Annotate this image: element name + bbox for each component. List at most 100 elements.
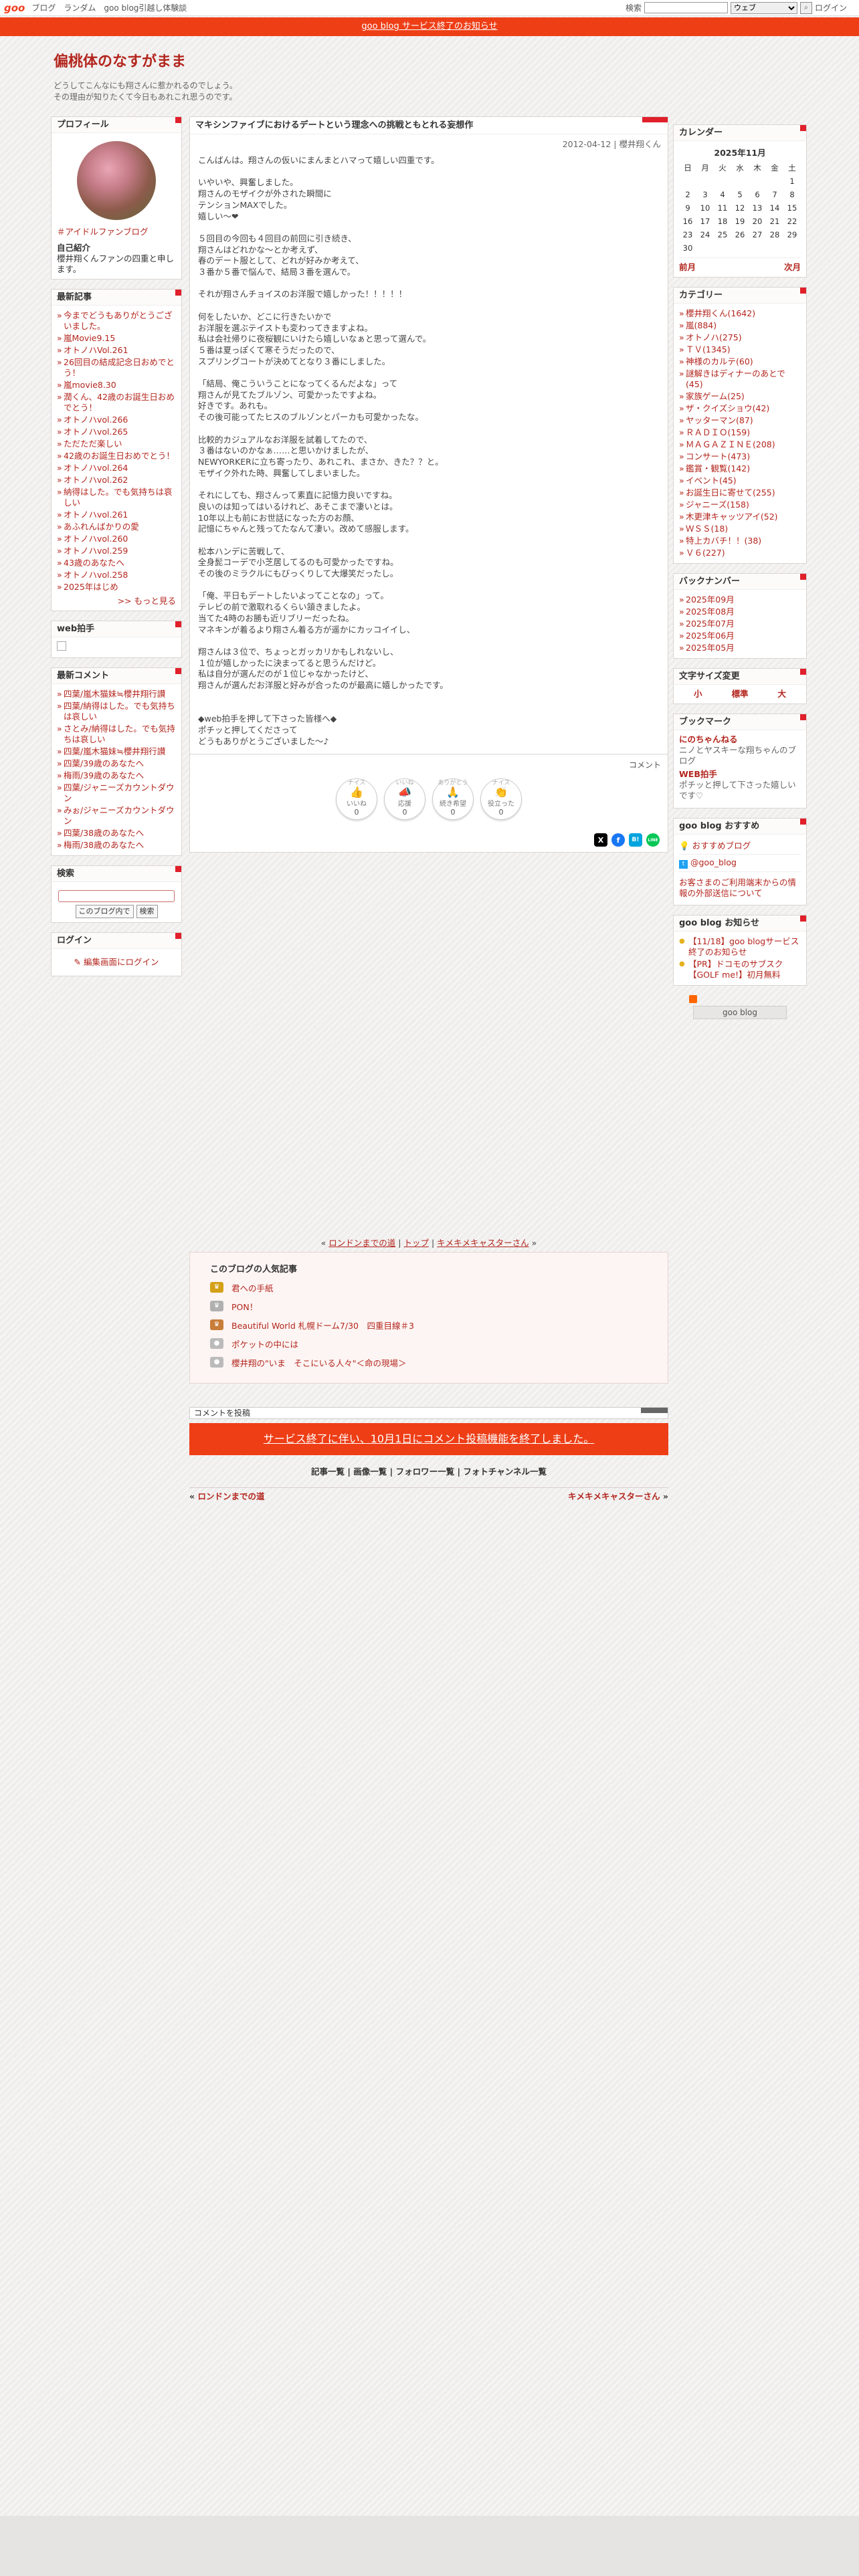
category-item[interactable]: ＲＡＤＩＯ(159) [679, 427, 801, 439]
comment-link[interactable]: コメント [190, 754, 668, 774]
article-list-link[interactable]: 記事一覧 [311, 1467, 345, 1477]
font-small-button[interactable]: 小 [694, 689, 702, 700]
category-item[interactable]: 謎解きはディナーのあとで(45) [679, 368, 801, 391]
comment-item[interactable]: 四葉/ジャニーズカウントダウン [57, 782, 176, 804]
reaction-button[interactable]: ナイス 👍 いいね 0 [336, 778, 377, 821]
image-list-link[interactable]: 画像一覧 [353, 1467, 387, 1477]
external-info-link[interactable]: お客さまのご利用端末からの情報の外部送信について [679, 877, 801, 899]
comment-item[interactable]: 梅雨/38歳のあなたへ [57, 839, 176, 851]
recent-post-item[interactable]: ただただ楽しい [57, 438, 176, 450]
category-item[interactable]: 櫻井翔くん(1642) [679, 308, 801, 320]
category-item[interactable]: 家族ゲーム(25) [679, 391, 801, 403]
popular-item[interactable]: ● ポケットの中には [210, 1336, 648, 1351]
nav-migration-link[interactable]: goo blog引越し体験談 [104, 2, 187, 13]
goo-logo[interactable]: goo [4, 2, 25, 14]
reaction-button[interactable]: ナイス 👏 役立った 0 [480, 778, 522, 821]
news-item[interactable]: 【11/18】goo blogサービス終了のお知らせ [679, 936, 801, 958]
article-title[interactable]: マキシンファイブにおけるデートという理念への挑戦ともとれる妄想作 [190, 117, 668, 134]
backnumber-item[interactable]: 2025年09月 [679, 594, 801, 606]
category-item[interactable]: コンサート(473) [679, 451, 801, 463]
service-end-link[interactable]: goo blog サービス終了のお知らせ [361, 21, 497, 31]
photo-channel-link[interactable]: フォトチャンネル一覧 [463, 1467, 547, 1477]
prev-month-link[interactable]: 前月 [679, 262, 696, 273]
recent-post-item[interactable]: 納得はした。でも気持ちは哀しい [57, 486, 176, 509]
backnumber-item[interactable]: 2025年07月 [679, 618, 801, 630]
backnumber-item[interactable]: 2025年06月 [679, 630, 801, 642]
popular-item[interactable]: ♛ 君への手紙 [210, 1280, 648, 1295]
category-item[interactable]: 特上カバチ！！(38) [679, 535, 801, 547]
recent-post-item[interactable]: 嵐movie8.30 [57, 379, 176, 391]
reaction-button[interactable]: ありがとう 🙏 続き希望 0 [432, 778, 474, 821]
reaction-button[interactable]: いいね 📣 応援 0 [384, 778, 425, 821]
backnumber-item[interactable]: 2025年08月 [679, 606, 801, 618]
recent-post-item[interactable]: あふれんばかりの愛 [57, 521, 176, 533]
top-link[interactable]: トップ [403, 1238, 429, 1248]
comment-item[interactable]: 四葉/39歳のあなたへ [57, 758, 176, 770]
next-month-link[interactable]: 次月 [784, 262, 801, 273]
popular-item[interactable]: ● 櫻井翔の"いま そこにいる人々"＜命の現場＞ [210, 1355, 648, 1370]
recent-post-item[interactable]: 42歳のお誕生日おめでとう！ [57, 450, 176, 462]
category-item[interactable]: ジャニーズ(158) [679, 499, 801, 511]
recommend-blog-link[interactable]: 💡 おすすめブログ [679, 841, 801, 851]
category-item[interactable]: Ｖ６(227) [679, 547, 801, 559]
news-item[interactable]: 【PR】ドコモのサブスク【GOLF me!】初月無料 [679, 958, 801, 981]
prev-article-link[interactable]: ロンドンまでの道 [328, 1238, 395, 1248]
recent-post-item[interactable]: オトノハvol.266 [57, 414, 176, 426]
login-link[interactable]: ログイン [815, 2, 847, 13]
popular-item[interactable]: ♛ PON！ [210, 1299, 648, 1313]
recent-post-item[interactable]: 2025年はじめ [57, 581, 176, 593]
comment-item[interactable]: 四葉/38歳のあなたへ [57, 827, 176, 839]
comment-item[interactable]: 四葉/納得はした。でも気持ちは哀しい [57, 700, 176, 723]
comment-item[interactable]: 梅雨/39歳のあなたへ [57, 770, 176, 782]
recent-post-item[interactable]: オトノハvol.262 [57, 474, 176, 486]
comment-item[interactable]: 四葉/嵐木猫妹≒櫻井翔行讃 [57, 688, 176, 700]
recent-post-item[interactable]: オトノハvol.260 [57, 533, 176, 545]
webclap-image-icon[interactable] [57, 641, 66, 651]
more-link[interactable]: >> もっと見る [57, 596, 176, 607]
comment-item[interactable]: 四葉/嵐木猫妹≒櫻井翔行讃 [57, 746, 176, 758]
category-item[interactable]: お誕生日に寄せて(255) [679, 487, 801, 499]
backnumber-item[interactable]: 2025年05月 [679, 642, 801, 654]
comment-item[interactable]: みぉ/ジャニーズカウントダウン [57, 804, 176, 827]
x-share-icon[interactable]: X [594, 833, 607, 847]
follower-list-link[interactable]: フォロワー一覧 [396, 1467, 455, 1477]
popular-item[interactable]: ♛ Beautiful World 札幌ドーム7/30 四重目線＃3 [210, 1317, 648, 1332]
nav-blog-link[interactable]: ブログ [31, 2, 56, 13]
blog-search-button[interactable]: 検索 [136, 905, 158, 918]
category-item[interactable]: 神様のカルテ(60) [679, 356, 801, 368]
recent-post-item[interactable]: オトノハvol.261 [57, 509, 176, 521]
recent-post-item[interactable]: オトノハvol.264 [57, 462, 176, 474]
bottom-next-link[interactable]: キメキメキャスターさん [568, 1491, 660, 1501]
category-item[interactable]: 木更津キャッツアイ(52) [679, 511, 801, 523]
blog-title[interactable]: 偏桃体のなすがまま [54, 49, 455, 71]
blog-search-scope[interactable]: このブログ内で [75, 905, 134, 918]
category-item[interactable]: ＭＡＧＡＺＩＮＥ(208) [679, 439, 801, 451]
category-item[interactable]: ザ・クイズショウ(42) [679, 403, 801, 415]
profile-fanblog-link[interactable]: ＃アイドルファンブログ [57, 227, 149, 237]
search-input[interactable] [644, 2, 728, 13]
category-item[interactable]: イベント(45) [679, 475, 801, 487]
rss-icon[interactable] [689, 995, 697, 1003]
category-item[interactable]: ＴＶ(1345) [679, 344, 801, 356]
recent-post-item[interactable]: オトノハvol.265 [57, 426, 176, 438]
nav-random-link[interactable]: ランダム [64, 2, 96, 13]
bottom-prev-link[interactable]: ロンドンまでの道 [197, 1491, 264, 1501]
category-item[interactable]: 嵐(884) [679, 320, 801, 332]
recent-post-item[interactable]: 今までどうもありがとうございました。 [57, 310, 176, 332]
font-medium-button[interactable]: 標準 [731, 689, 748, 700]
recent-post-item[interactable]: オトノハvol.258 [57, 569, 176, 581]
next-article-link[interactable]: キメキメキャスターさん [437, 1238, 529, 1248]
recent-post-item[interactable]: 潤くん、42歳のお誕生日おめでとう！ [57, 391, 176, 414]
bookmark-title[interactable]: にのちゃんねる [679, 734, 801, 745]
recent-post-item[interactable]: 嵐Movie9.15 [57, 332, 176, 344]
comment-item[interactable]: さとみ/納得はした。でも気持ちは哀しい [57, 723, 176, 746]
category-item[interactable]: ＷＳＳ(18) [679, 523, 801, 535]
font-large-button[interactable]: 大 [777, 689, 786, 700]
search-button[interactable]: ⌕ [799, 1, 812, 14]
blog-search-input[interactable] [58, 890, 175, 902]
article-meta[interactable]: 2012-04-12 | 櫻井翔くん [190, 134, 668, 152]
goo-blog-badge[interactable]: goo blog [693, 1006, 787, 1019]
comment-end-link[interactable]: サービス終了に伴い、10月1日にコメント投稿機能を終了しました。 [264, 1432, 595, 1445]
line-share-icon[interactable]: LINE [646, 833, 660, 847]
recent-post-item[interactable]: 43歳のあなたへ [57, 557, 176, 569]
